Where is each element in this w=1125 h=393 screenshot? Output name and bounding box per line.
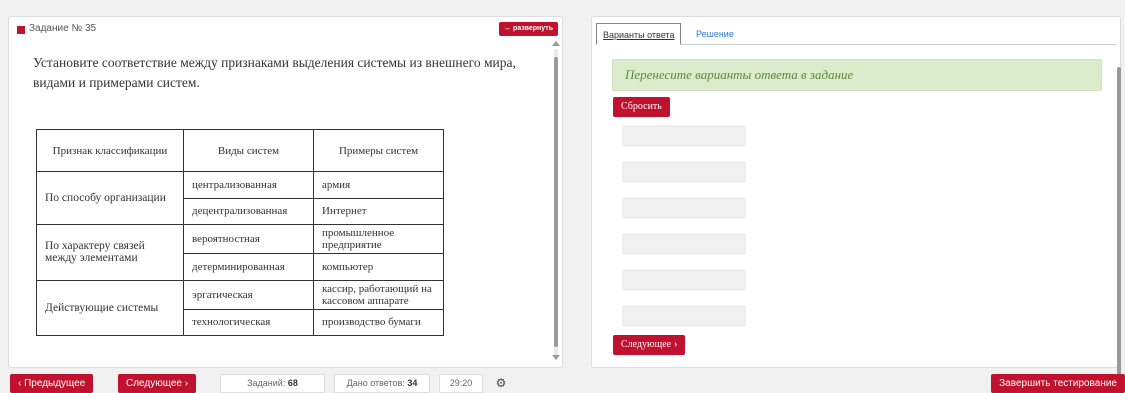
system-type-cell: вероятностная [183,224,314,254]
chevron-right-icon: › [674,339,678,350]
group-label: По способу организации [36,171,184,225]
chevron-right-icon: › [181,378,189,389]
answer-slot[interactable] [622,233,746,255]
tasks-counter: Заданий: 68 [220,374,325,393]
example-cell: производство бумаги [313,308,444,336]
next-question-button[interactable]: Следующее › [613,335,686,355]
answer-slot[interactable] [622,197,746,219]
next-button[interactable]: Следующее › [118,374,197,393]
hint-message: Перенесите варианты ответа в задание [612,59,1102,91]
answers-panel: Варианты ответа Решение Перенесите вариа… [591,16,1121,377]
table-header: Примеры систем [313,129,444,172]
system-type-cell: централизованная [183,171,314,199]
example-cell: компьютер [313,253,444,281]
table-header: Признак классификации [36,129,184,172]
table-row: По способу организации централизованная … [36,171,444,225]
previous-button[interactable]: ‹ Предыдущее [10,374,94,393]
group-label: Действующие системы [36,279,184,336]
next-button-label: Следующее [621,339,672,350]
answers-scrollbar[interactable] [1117,67,1121,377]
scroll-down-icon[interactable] [552,355,560,360]
task-marker-icon [17,26,25,34]
system-type-cell: эргатическая [183,279,314,310]
system-type-cell: детерминированная [183,253,314,281]
table-header: Виды систем [183,129,314,172]
gear-icon[interactable]: ⚙ [494,376,508,390]
task-header: Задание № 35 ↔ развернуть [9,17,562,41]
tab-solution[interactable]: Решение [690,23,740,45]
task-panel: Задание № 35 ↔ развернуть Установите соо… [8,16,563,368]
scroll-up-icon[interactable] [552,41,560,46]
next-label: Следующее [126,378,182,389]
finish-test-button[interactable]: Завершить тестирование [991,374,1125,393]
table-row: Действующие системы эргатическая кассир,… [36,279,444,336]
expand-button[interactable]: ↔ развернуть [499,22,558,36]
tab-answer-options[interactable]: Варианты ответа [596,23,682,45]
table-header-row: Признак классификации Виды систем Пример… [36,129,444,172]
question-text: Установите соответствие между признаками… [33,55,516,90]
answer-slot[interactable] [622,125,746,147]
scrollbar-thumb[interactable] [554,57,558,347]
tasks-count: 68 [287,378,298,388]
answers-counter: Дано ответов: 34 [334,374,430,393]
bottom-bar: ‹ Предыдущее Следующее › Заданий: 68 Дан… [0,374,1125,393]
system-type-cell: децентрализованная [183,197,314,225]
example-cell: промышленное предприятие [313,224,444,254]
timer: 29:20 [439,374,483,393]
example-cell: кассир, работающий на кассовом аппарате [313,279,444,310]
group-label: По характеру связей между элементами [36,224,184,281]
answer-slot[interactable] [622,305,746,327]
previous-label: Предыдущее [24,378,86,389]
example-cell: Интернет [313,197,444,225]
answer-slot[interactable] [622,161,746,183]
answered-label: Дано ответов: [346,378,405,388]
table-row: По характеру связей между элементами вер… [36,224,444,281]
answer-slot[interactable] [622,269,746,291]
classification-table: Признак классификации Виды систем Пример… [36,129,444,336]
task-scrollbar[interactable] [554,49,558,359]
task-title: Задание № 35 [29,23,97,34]
answered-count: 34 [407,378,418,388]
reset-button[interactable]: Сбросить [613,97,670,117]
tasks-label: Заданий: [247,378,286,388]
system-type-cell: технологическая [183,308,314,336]
example-cell: армия [313,171,444,199]
